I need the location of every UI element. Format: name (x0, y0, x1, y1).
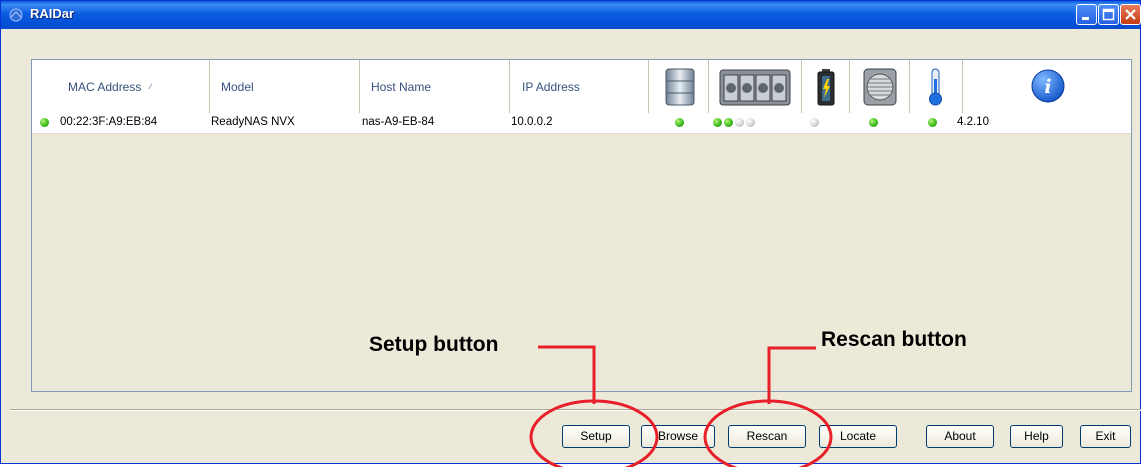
device-list[interactable]: MAC Address ∕ Model Host Name IP Address (31, 59, 1132, 392)
minimize-button[interactable] (1076, 4, 1097, 25)
column-header-disks[interactable] (709, 60, 802, 113)
disk-2-status-led (724, 118, 733, 127)
ups-status-led (810, 118, 819, 127)
model-cell: ReadyNAS NVX (211, 116, 295, 128)
close-icon (1125, 9, 1136, 20)
rescan-button-annotation: Rescan button (821, 328, 967, 351)
raidar-window: RAIDar MAC Address ∕ Model Host Name IP … (0, 0, 1141, 464)
column-header-fan[interactable] (850, 60, 910, 113)
ups-battery-icon (817, 69, 835, 106)
column-header-model-label: Model (221, 80, 254, 94)
button-bar-separator (10, 409, 1141, 411)
disk-4-status-led (746, 118, 755, 127)
sort-ascending-icon: ∕ (150, 82, 152, 91)
column-header-ip-label: IP Address (522, 80, 580, 94)
maximize-button[interactable] (1098, 4, 1119, 25)
help-button[interactable]: Help (1010, 425, 1063, 448)
device-status-led (40, 118, 49, 127)
browse-button[interactable]: Browse (641, 425, 715, 448)
column-header-volume[interactable] (649, 60, 709, 113)
column-header-mac-label: MAC Address (68, 80, 142, 94)
maximize-icon (1102, 8, 1115, 21)
svg-text:i: i (1044, 76, 1051, 98)
column-header-model[interactable]: Model (210, 60, 360, 113)
title-bar[interactable]: RAIDar (1, 1, 1141, 29)
disk-1-status-led (713, 118, 722, 127)
locate-button[interactable]: Locate (819, 425, 897, 448)
column-header-ups[interactable] (802, 60, 850, 113)
fan-status-led (869, 118, 878, 127)
close-button[interactable] (1120, 4, 1141, 25)
column-header-version[interactable]: i (963, 60, 1131, 113)
exit-button[interactable]: Exit (1080, 425, 1131, 448)
disk-3-status-led (735, 118, 744, 127)
firmware-version-cell: 4.2.10 (957, 116, 989, 128)
ip-address-cell: 10.0.0.2 (511, 116, 553, 128)
column-header-mac[interactable]: MAC Address ∕ (32, 60, 210, 113)
fan-icon (863, 68, 897, 106)
column-header-row: MAC Address ∕ Model Host Name IP Address (32, 60, 1131, 114)
column-header-temperature[interactable] (910, 60, 963, 113)
info-icon: i (1031, 69, 1065, 103)
host-name-cell: nas-A9-EB-84 (362, 116, 435, 128)
minimize-icon (1082, 17, 1089, 20)
column-header-ip[interactable]: IP Address (510, 60, 649, 113)
about-button[interactable]: About (926, 425, 994, 448)
setup-button[interactable]: Setup (562, 425, 630, 448)
rescan-button[interactable]: Rescan (728, 425, 806, 448)
volume-status-led (675, 118, 684, 127)
temperature-status-led (928, 118, 937, 127)
temperature-icon (929, 68, 942, 106)
mac-address-cell: 00:22:3F:A9:EB:84 (60, 116, 158, 128)
raidar-app-icon (9, 8, 23, 22)
window-title: RAIDar (30, 6, 75, 21)
volume-icon (665, 68, 695, 106)
column-header-host-label: Host Name (371, 80, 432, 94)
table-row[interactable]: 00:22:3F:A9:EB:84 ReadyNAS NVX nas-A9-EB… (32, 113, 1131, 134)
disks-icon (719, 69, 791, 106)
column-header-host[interactable]: Host Name (360, 60, 510, 113)
setup-button-annotation: Setup button (369, 333, 499, 356)
